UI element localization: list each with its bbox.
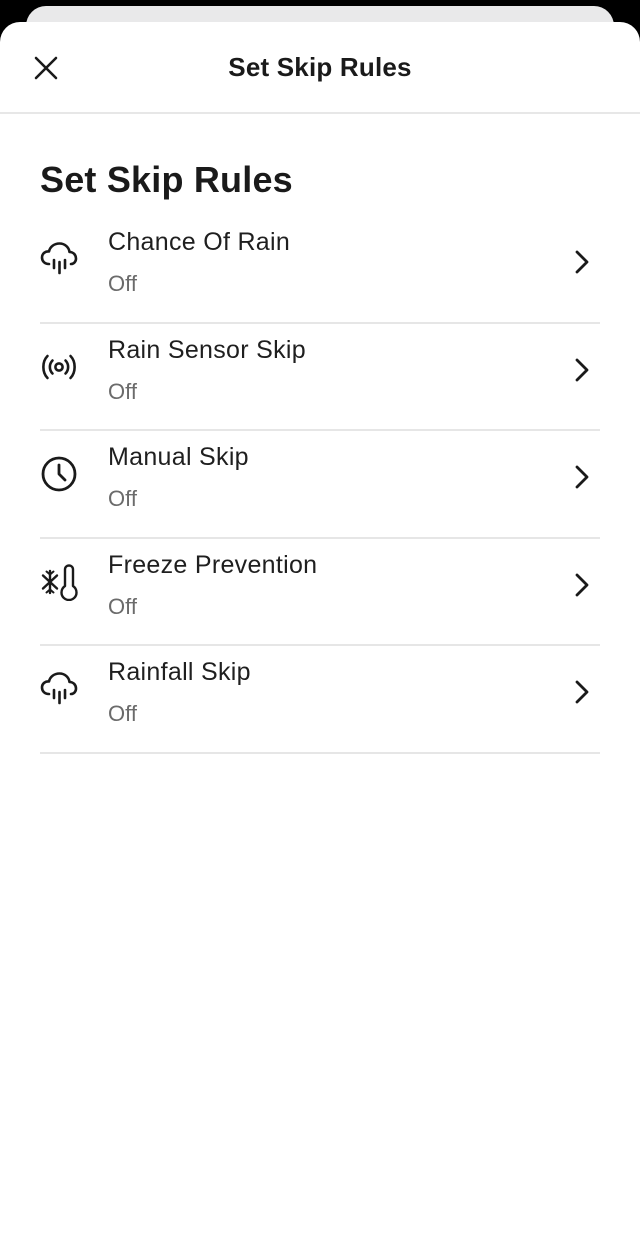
rule-row-manual-skip[interactable]: Manual Skip Off (40, 431, 600, 539)
rule-label: Rain Sensor Skip (108, 335, 306, 364)
rule-label: Manual Skip (108, 443, 249, 471)
clock-icon (40, 455, 78, 493)
rule-row-rainfall-skip[interactable]: Rainfall Skip Off (40, 646, 600, 754)
rule-status: Off (108, 378, 137, 404)
rule-label: Chance Of Rain (108, 228, 291, 256)
chevron-right-icon (572, 571, 592, 599)
nav-bar: Set Skip Rules (0, 22, 640, 114)
rule-label: Freeze Prevention (108, 550, 318, 579)
main-content: Set Skip Rules Chance Of Rain Off Rain S… (0, 114, 640, 754)
rule-status: Off (108, 486, 137, 511)
cloud-rain-icon (40, 670, 78, 708)
rule-status: Off (108, 271, 137, 296)
chevron-right-icon (572, 248, 592, 276)
rule-row-rain-sensor-skip[interactable]: Rain Sensor Skip Off (40, 324, 600, 431)
chevron-right-icon (572, 356, 592, 384)
broadcast-sensor-icon (40, 348, 78, 386)
skip-rule-list: Chance Of Rain Off Rain Sensor Skip Off … (40, 216, 600, 754)
rule-label: Rainfall Skip (108, 658, 251, 686)
snowflake-thermometer-icon (40, 563, 78, 601)
page-title: Set Skip Rules (40, 159, 293, 200)
rule-status: Off (108, 701, 137, 726)
chevron-right-icon (572, 463, 592, 491)
rule-row-chance-of-rain[interactable]: Chance Of Rain Off (40, 216, 600, 324)
chevron-right-icon (572, 678, 592, 706)
nav-title: Set Skip Rules (228, 52, 412, 82)
rule-row-freeze-prevention[interactable]: Freeze Prevention Off (40, 539, 600, 646)
cloud-rain-icon (40, 240, 78, 278)
rule-status: Off (108, 593, 137, 619)
skip-rules-sheet: Set Skip Rules Set Skip Rules Chance Of … (0, 22, 640, 1254)
